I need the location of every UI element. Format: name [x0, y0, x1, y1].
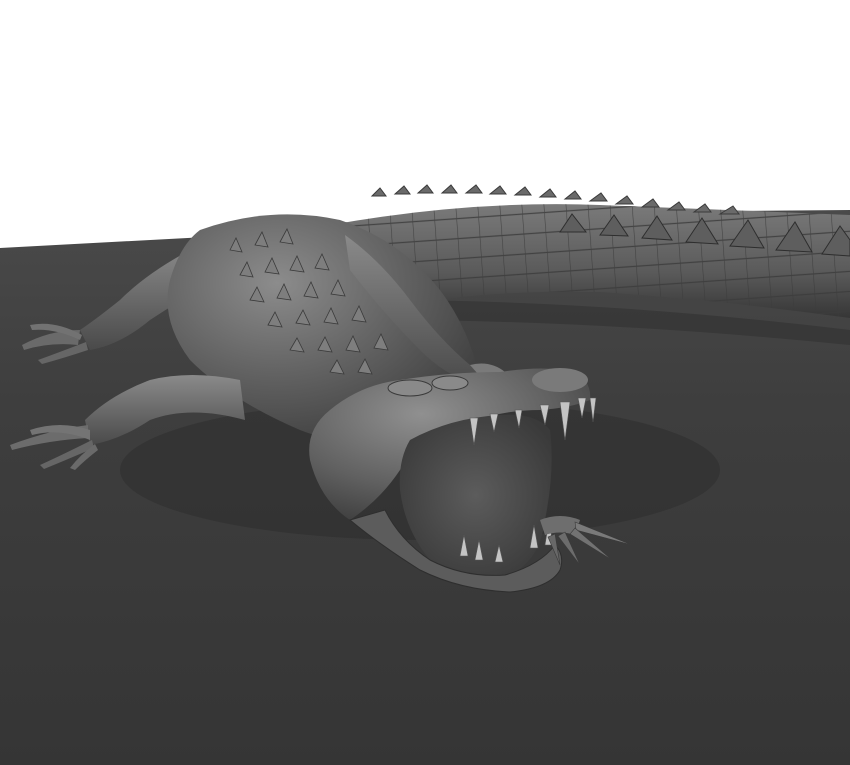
render-viewport — [0, 0, 850, 765]
snout-tip — [532, 368, 588, 392]
right-eye-ridge — [431, 375, 469, 391]
left-eye-ridge — [387, 379, 433, 397]
crocodile-render — [0, 0, 850, 765]
